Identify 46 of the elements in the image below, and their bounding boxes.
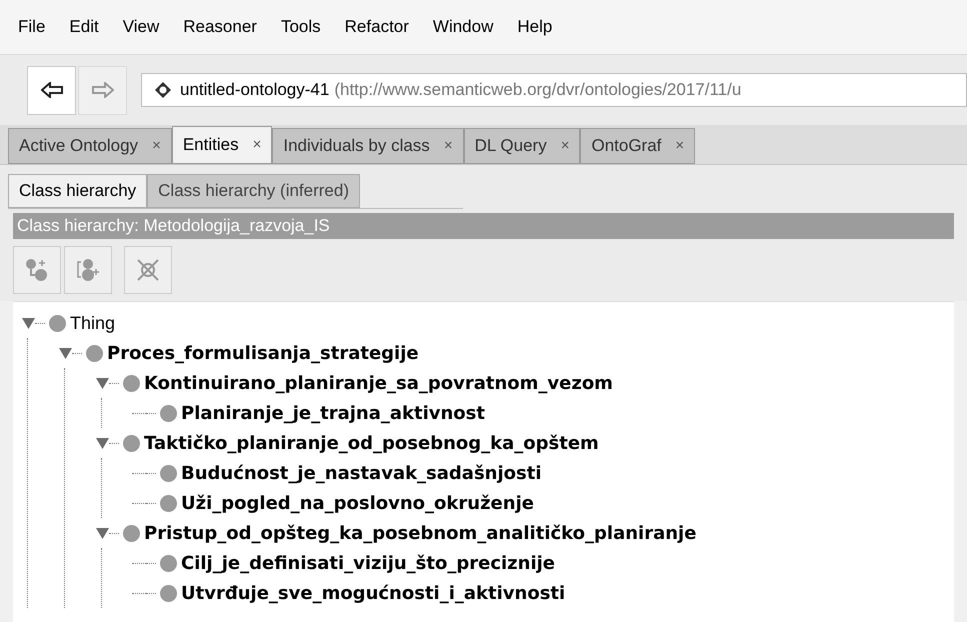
tab[interactable]: OntoGraf × <box>580 128 696 164</box>
menu-item[interactable]: File <box>18 14 46 40</box>
menu-item[interactable]: Refactor <box>344 14 409 40</box>
tab[interactable]: DL Query × <box>464 128 580 164</box>
expanded-triangle-icon[interactable] <box>58 348 72 358</box>
tab[interactable]: Individuals by class × <box>272 128 464 164</box>
class-label[interactable]: Pristup_od_opšteg_ka_posebnom_analitičko_planiranje <box>144 520 696 546</box>
menu-item[interactable]: Edit <box>69 14 99 40</box>
back-button[interactable] <box>27 66 76 114</box>
close-icon[interactable]: × <box>444 134 453 158</box>
expanded-triangle-icon[interactable] <box>95 528 109 538</box>
add-subclass-icon <box>24 257 50 283</box>
menu-item[interactable]: Help <box>517 14 552 40</box>
expanded-triangle-icon[interactable] <box>21 318 35 328</box>
ontology-name: untitled-ontology-41 <box>180 79 330 102</box>
right-arrow-icon <box>92 82 114 98</box>
expanded-triangle-icon[interactable] <box>95 378 109 388</box>
close-icon[interactable]: × <box>675 134 684 158</box>
class-label[interactable]: Cilj_je_definisati_viziju_što_preciznije <box>181 550 556 576</box>
menu-item[interactable]: Reasoner <box>183 14 257 40</box>
menu-item[interactable]: Window <box>432 14 494 40</box>
diamond-icon <box>154 81 172 99</box>
menu-item[interactable]: View <box>122 14 160 40</box>
class-label[interactable]: Taktičko_planiranje_od_posebnog_ka_opštem <box>144 430 599 456</box>
tab[interactable]: Active Ontology × <box>8 128 172 164</box>
class-label[interactable]: Planiranje_je_trajna_aktivnost <box>181 400 485 426</box>
tab[interactable]: Entities × <box>172 126 272 164</box>
expanded-triangle-icon[interactable] <box>95 438 109 448</box>
left-arrow-icon <box>40 82 62 98</box>
class-label[interactable]: Budućnost_je_nastavak_sadašnjosti <box>181 460 542 486</box>
subtab[interactable]: Class hierarchy <box>8 174 148 208</box>
menu-item[interactable]: Tools <box>280 14 321 40</box>
class-label[interactable]: Kontinuirano_planiranje_sa_povratnom_vezom <box>144 370 613 396</box>
class-label[interactable]: Proces_formulisanja_strategije <box>107 340 419 366</box>
class-label[interactable]: Uži_pogled_na_poslovno_okruženje <box>181 490 534 516</box>
close-icon[interactable]: × <box>152 134 161 158</box>
panel-title-bar: Class hierarchy: Metodologija_razvoja_IS <box>13 213 954 239</box>
class-label[interactable]: Utvrđuje_sve_mogućnosti_i_aktivnosti <box>181 580 566 606</box>
add-sibling-icon <box>75 257 101 283</box>
ontology-iri: (http://www.semanticweb.org/dvr/ontologies/2017/11/u <box>334 79 742 102</box>
close-icon[interactable]: × <box>252 134 262 156</box>
close-icon[interactable]: × <box>560 134 570 158</box>
subtab[interactable]: Class hierarchy (inferred) <box>147 174 360 208</box>
class-label[interactable]: Thing <box>70 310 116 336</box>
ontology-iri-field[interactable]: untitled-ontology-41 (http://www.semanticweb.org/dvr/ontologies/2017/11/u <box>141 73 967 107</box>
crossed-circle-icon <box>135 257 161 283</box>
